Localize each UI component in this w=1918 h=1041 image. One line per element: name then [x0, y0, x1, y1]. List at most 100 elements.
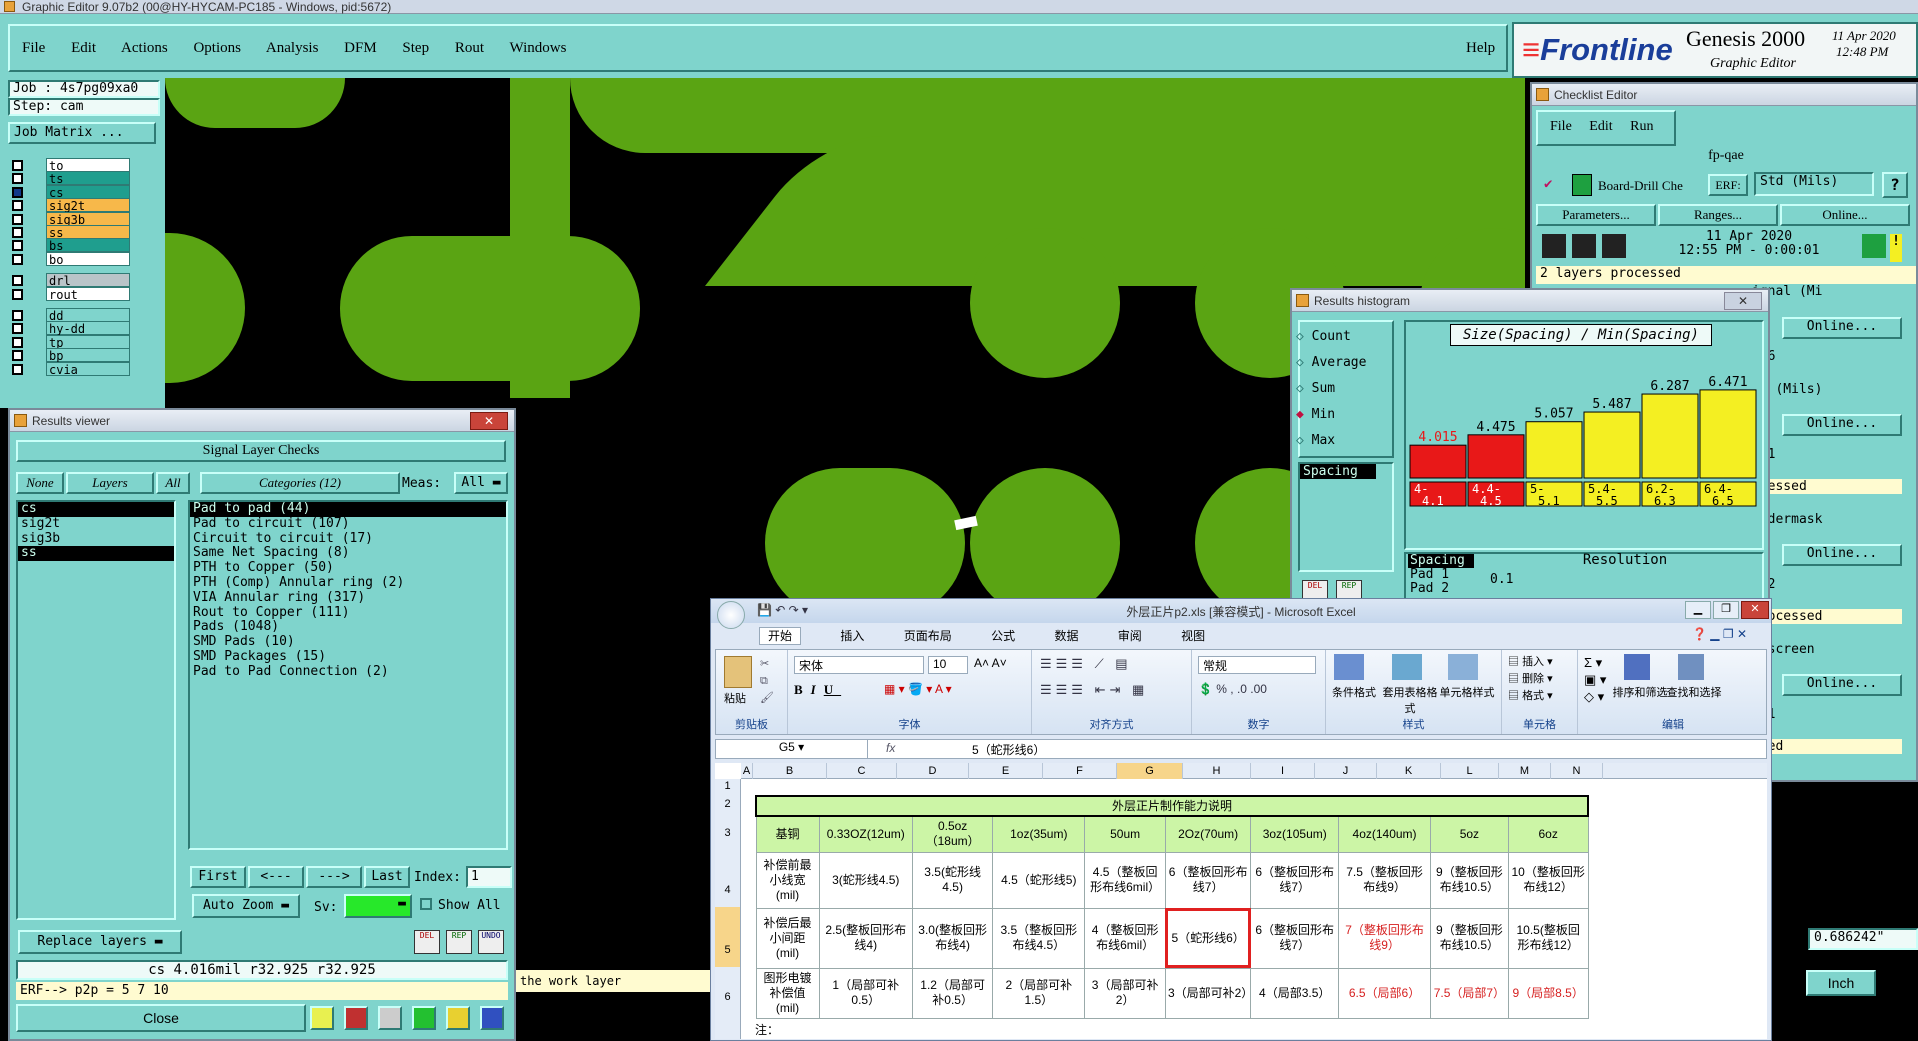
- tab-insert[interactable]: 插入: [840, 629, 864, 643]
- fill-font-color-icons[interactable]: ▦ ▾ 🪣 ▾ A ▾: [884, 682, 952, 696]
- layer-name[interactable]: ts: [46, 171, 130, 186]
- first-button[interactable]: First: [190, 866, 246, 888]
- checklist-menu-edit[interactable]: Edit: [1589, 119, 1612, 134]
- font-select[interactable]: 宋体: [794, 656, 924, 674]
- radio-icon[interactable]: ◇: [1296, 329, 1312, 344]
- cell-style-icon[interactable]: [1448, 654, 1478, 680]
- menu-analysis[interactable]: Analysis: [266, 40, 319, 56]
- column-header[interactable]: B: [753, 763, 827, 779]
- layer-name[interactable]: bs: [46, 238, 130, 253]
- checklist-menu-file[interactable]: File: [1550, 119, 1572, 134]
- help-icon[interactable]: ?: [1882, 172, 1908, 198]
- table-cell[interactable]: 10.5(整板回形布线12）: [1507, 907, 1589, 969]
- table-cell[interactable]: 10（整板回形布线12）: [1507, 851, 1589, 909]
- chart-icon[interactable]: [480, 1006, 504, 1030]
- table-cell[interactable]: 3.0(整板回形布线4): [911, 907, 994, 969]
- menu-help[interactable]: Help: [1466, 40, 1495, 57]
- resolution-field-list[interactable]: Spacing Pad 1 Pad 2: [1408, 554, 1474, 596]
- category-item[interactable]: Rout to Copper (111): [190, 605, 506, 621]
- radio-icon[interactable]: ◇: [1296, 355, 1312, 370]
- layer-checkbox[interactable]: [12, 275, 23, 287]
- tab-view[interactable]: 视图: [1181, 629, 1205, 643]
- tab-review[interactable]: 审阅: [1118, 629, 1142, 643]
- job-matrix-button[interactable]: Job Matrix ...: [8, 122, 156, 144]
- quick-access-icons[interactable]: 💾 ↶ ↷ ▾: [757, 603, 808, 617]
- table-cell[interactable]: 4（局部3.5）: [1250, 967, 1340, 1019]
- table-format-icon[interactable]: [1392, 654, 1422, 680]
- layer-name[interactable]: cvia: [46, 361, 130, 377]
- menu-edit[interactable]: Edit: [71, 40, 96, 56]
- close-icon[interactable]: ✕: [1741, 601, 1769, 619]
- column-header[interactable]: H: [1183, 763, 1251, 779]
- cut-copy-icons[interactable]: ✂ ⧉ 🖌: [760, 656, 774, 707]
- radio-icon[interactable]: ◇: [1296, 433, 1312, 448]
- category-item[interactable]: VIA Annular ring (317): [190, 590, 506, 606]
- table-cell[interactable]: 7.5（局部7）: [1429, 967, 1509, 1019]
- histogram-option-count[interactable]: ◇ Count: [1296, 326, 1416, 348]
- help-icon[interactable]: ❓ ▁ ❐ ✕: [1692, 627, 1747, 641]
- table-cell[interactable]: 3.5（整板回形布线4.5）: [992, 907, 1086, 969]
- tool-icon[interactable]: [310, 1006, 334, 1030]
- menu-rout[interactable]: Rout: [455, 40, 484, 56]
- check-name[interactable]: Board-Drill Che: [1598, 178, 1683, 194]
- find-select-button[interactable]: 查找和选择: [1666, 684, 1722, 700]
- menu-windows[interactable]: Windows: [510, 40, 567, 56]
- layer-checkbox[interactable]: [12, 288, 23, 300]
- sv-color-select[interactable]: ▬: [344, 894, 412, 918]
- table-cell[interactable]: 9（整板回形布线10.5）: [1429, 851, 1509, 909]
- paste-icon[interactable]: [724, 656, 752, 688]
- tool-icon[interactable]: [378, 1006, 402, 1030]
- histogram-field-list[interactable]: Spacing: [1298, 462, 1394, 572]
- layer-name[interactable]: cs: [46, 184, 130, 200]
- column-header[interactable]: M: [1499, 763, 1551, 779]
- table-cell[interactable]: 5（蛇形线6）: [1164, 907, 1252, 969]
- office-button-icon[interactable]: [717, 601, 745, 629]
- show-all-checkbox[interactable]: [420, 898, 432, 910]
- none-button[interactable]: None: [16, 472, 64, 494]
- parameters-button[interactable]: Parameters...: [1536, 204, 1656, 226]
- histogram-bar[interactable]: [1525, 421, 1583, 479]
- paste-button[interactable]: 粘贴: [724, 690, 746, 706]
- table-cell[interactable]: 3（局部可补2）: [1164, 967, 1253, 1019]
- bold-italic-underline-icons[interactable]: BIU: [794, 682, 841, 698]
- next-button[interactable]: --->: [306, 866, 362, 888]
- menu-step[interactable]: Step: [402, 40, 429, 56]
- align-top-icons[interactable]: ☰☰☰ ⟋ ▤: [1040, 656, 1132, 672]
- tab-home[interactable]: 开始: [759, 627, 802, 645]
- layer-checkbox[interactable]: [12, 160, 23, 171]
- table-cell[interactable]: 6（整板回形布线7）: [1250, 907, 1340, 969]
- histogram-bar[interactable]: [1699, 389, 1757, 479]
- layer-checkbox[interactable]: [12, 350, 23, 362]
- table-cell[interactable]: 2（局部可补1.5）: [992, 967, 1086, 1019]
- table-cell[interactable]: 3(蛇形线4.5): [818, 851, 914, 909]
- sort-icon[interactable]: [1624, 654, 1650, 680]
- erf-select[interactable]: Std (Mils): [1754, 172, 1874, 196]
- layer-name[interactable]: bo: [46, 251, 130, 267]
- tool-icon[interactable]: [412, 1006, 436, 1030]
- histogram-bar[interactable]: [1641, 393, 1699, 479]
- layer-name[interactable]: sig2t: [46, 198, 130, 213]
- tool-icon[interactable]: [344, 1006, 368, 1030]
- table-cell[interactable]: 7.5（整板回形布线9）: [1338, 851, 1431, 909]
- category-item[interactable]: PTH to Copper (50): [190, 560, 506, 576]
- table-cell[interactable]: 图形电镀补偿值(mil): [755, 967, 820, 1019]
- categories-button[interactable]: Categories (12): [200, 472, 400, 494]
- cell-style-button[interactable]: 单元格样式: [1438, 684, 1496, 700]
- table-cell[interactable]: 1oz(35um): [992, 815, 1086, 853]
- name-box[interactable]: G5 ▾: [716, 740, 868, 758]
- zoom-icon[interactable]: [1862, 234, 1886, 258]
- table-cell[interactable]: 3（局部可补2）: [1084, 967, 1166, 1019]
- undo-icon[interactable]: UNDO: [478, 930, 504, 954]
- conditional-format-button[interactable]: 条件格式: [1326, 684, 1382, 700]
- category-item[interactable]: Pads (1048): [190, 620, 506, 635]
- last-button[interactable]: Last: [364, 866, 410, 888]
- column-header[interactable]: E: [969, 763, 1043, 779]
- online-button[interactable]: Online...: [1780, 204, 1910, 226]
- menu-dfm[interactable]: DFM: [344, 40, 377, 56]
- meas-select[interactable]: All ▬: [454, 472, 508, 494]
- table-cell[interactable]: 0.5oz（18um）: [911, 815, 994, 853]
- erf-button[interactable]: ERF:: [1708, 174, 1748, 196]
- run-icon[interactable]: [1602, 234, 1626, 258]
- column-header[interactable]: K: [1377, 763, 1441, 779]
- close-icon[interactable]: ✕: [470, 412, 508, 430]
